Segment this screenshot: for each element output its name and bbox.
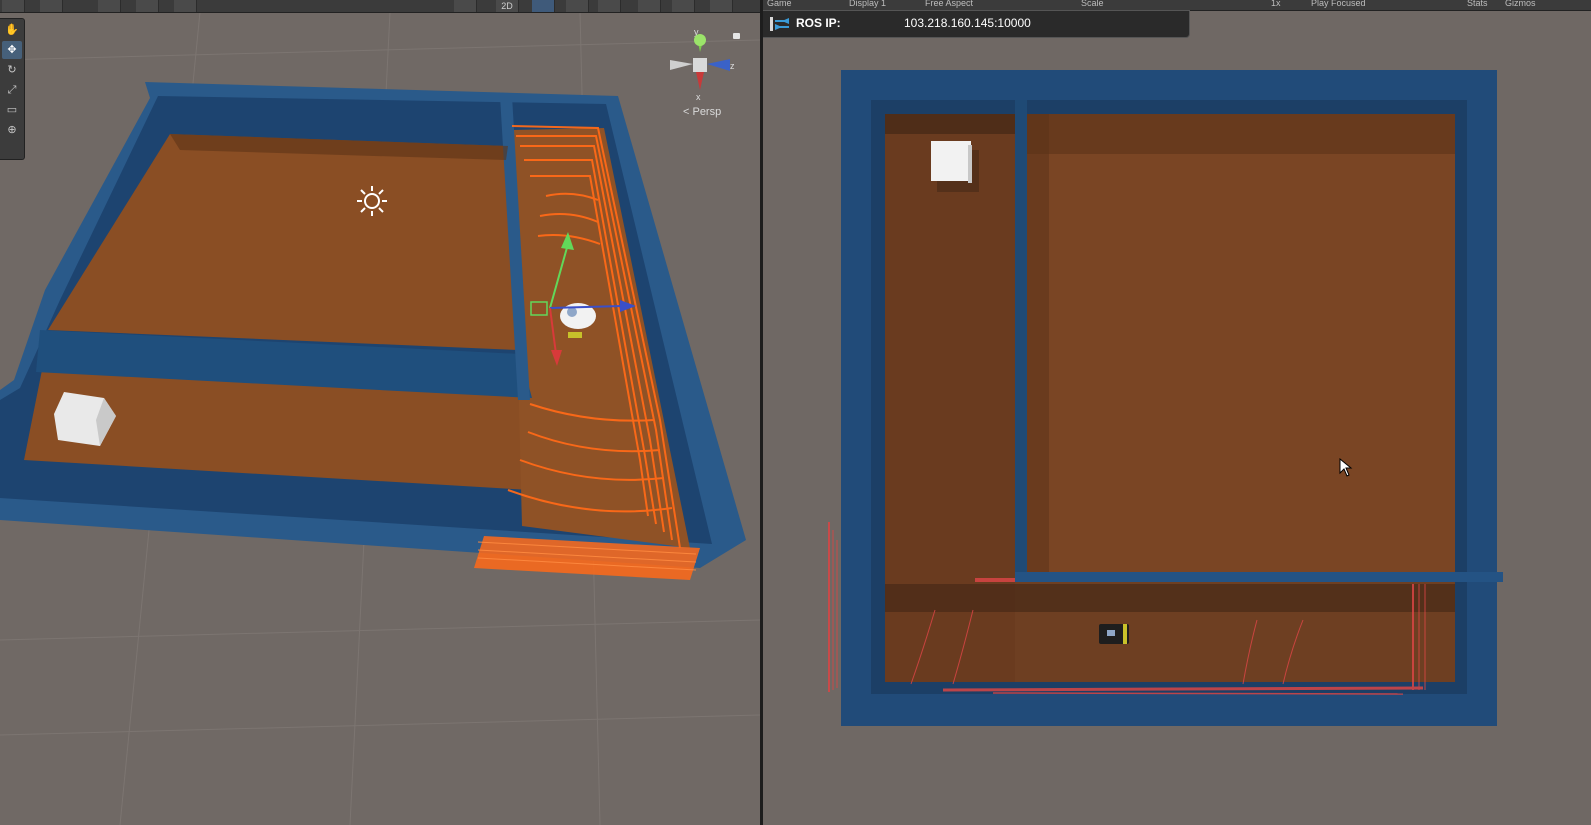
gizmo-center-cube[interactable] — [693, 58, 707, 72]
transform-tool-icon[interactable]: ⊕ — [2, 121, 22, 139]
ros-ip-label: ROS IP: — [796, 16, 841, 30]
scale-value: 1x — [1271, 0, 1281, 8]
shadow-corridor-top — [885, 114, 1015, 134]
scale-tool-icon[interactable]: ⤢ — [2, 81, 22, 99]
ros-connection-icon[interactable] — [769, 15, 791, 33]
game-tab[interactable]: Game — [767, 0, 792, 8]
game-view[interactable]: Game Display 1 Free Aspect Scale 1x Play… — [763, 0, 1591, 825]
inner-wall-horizontal — [1015, 572, 1503, 582]
rotate-tool-icon[interactable]: ↻ — [2, 61, 22, 79]
global-local-toggle[interactable] — [136, 0, 159, 12]
tool-palette: ✋ ✥ ↻ ⤢ ▭ ⊕ — [0, 18, 25, 160]
scale-label: Scale — [1081, 0, 1104, 8]
stats-button[interactable]: Stats — [1467, 0, 1488, 8]
projection-label[interactable]: < Persp — [683, 106, 721, 118]
hand-tool-icon[interactable]: ✋ — [2, 21, 22, 39]
ros-ip-value: 103.218.160.145:10000 — [904, 16, 1031, 30]
camera-dropdown[interactable] — [672, 0, 695, 12]
white-cube[interactable] — [931, 141, 979, 192]
game-viewport[interactable] — [763, 0, 1591, 825]
aspect-dropdown[interactable]: Free Aspect — [925, 0, 973, 8]
scene-viewport[interactable] — [0, 0, 760, 825]
gizmo-axis-x-label: x — [696, 92, 701, 102]
gizmos-button[interactable]: Gizmos — [1505, 0, 1536, 8]
grid-snap-button[interactable] — [174, 0, 197, 12]
lock-icon[interactable] — [733, 33, 740, 39]
mouse-cursor-icon — [1339, 458, 1353, 477]
gizmo-axis-z-label: z — [730, 61, 735, 71]
floor-big-room — [1027, 114, 1455, 574]
robot-object[interactable] — [1099, 624, 1129, 644]
scene-toolbar: 2D — [0, 0, 760, 13]
render-mode-dropdown[interactable] — [454, 0, 477, 12]
audio-toggle[interactable] — [566, 0, 589, 12]
gizmos-dropdown[interactable] — [710, 0, 733, 12]
shadow-top — [1027, 114, 1455, 154]
gizmo-z-cone[interactable] — [707, 59, 730, 71]
lighting-toggle[interactable] — [532, 0, 555, 12]
visibility-toggle[interactable] — [638, 0, 661, 12]
play-mode-dropdown[interactable]: Play Focused — [1311, 0, 1366, 8]
scene-view[interactable]: 2D ✋ ✥ ↻ ⤢ ▭ ⊕ y z x < Persp — [0, 0, 760, 825]
pivot-toggle[interactable] — [98, 0, 121, 12]
shading-dropdown[interactable] — [40, 0, 63, 12]
draw-mode-dropdown[interactable] — [2, 0, 25, 12]
gizmo-x-cone[interactable] — [696, 72, 704, 90]
ros-connection-hud: ROS IP: 103.218.160.145:10000 — [763, 10, 1190, 38]
effects-dropdown[interactable] — [598, 0, 621, 12]
inner-wall-vertical — [1015, 100, 1027, 582]
rect-tool-icon[interactable]: ▭ — [2, 101, 22, 119]
shadow-lower — [885, 584, 1455, 612]
toggle-2d-button[interactable]: 2D — [496, 0, 519, 12]
shadow-left — [1027, 114, 1049, 574]
move-tool-icon[interactable]: ✥ — [2, 41, 22, 59]
gizmo-neg-x-cone[interactable] — [670, 60, 693, 70]
display-dropdown[interactable]: Display 1 — [849, 0, 886, 8]
